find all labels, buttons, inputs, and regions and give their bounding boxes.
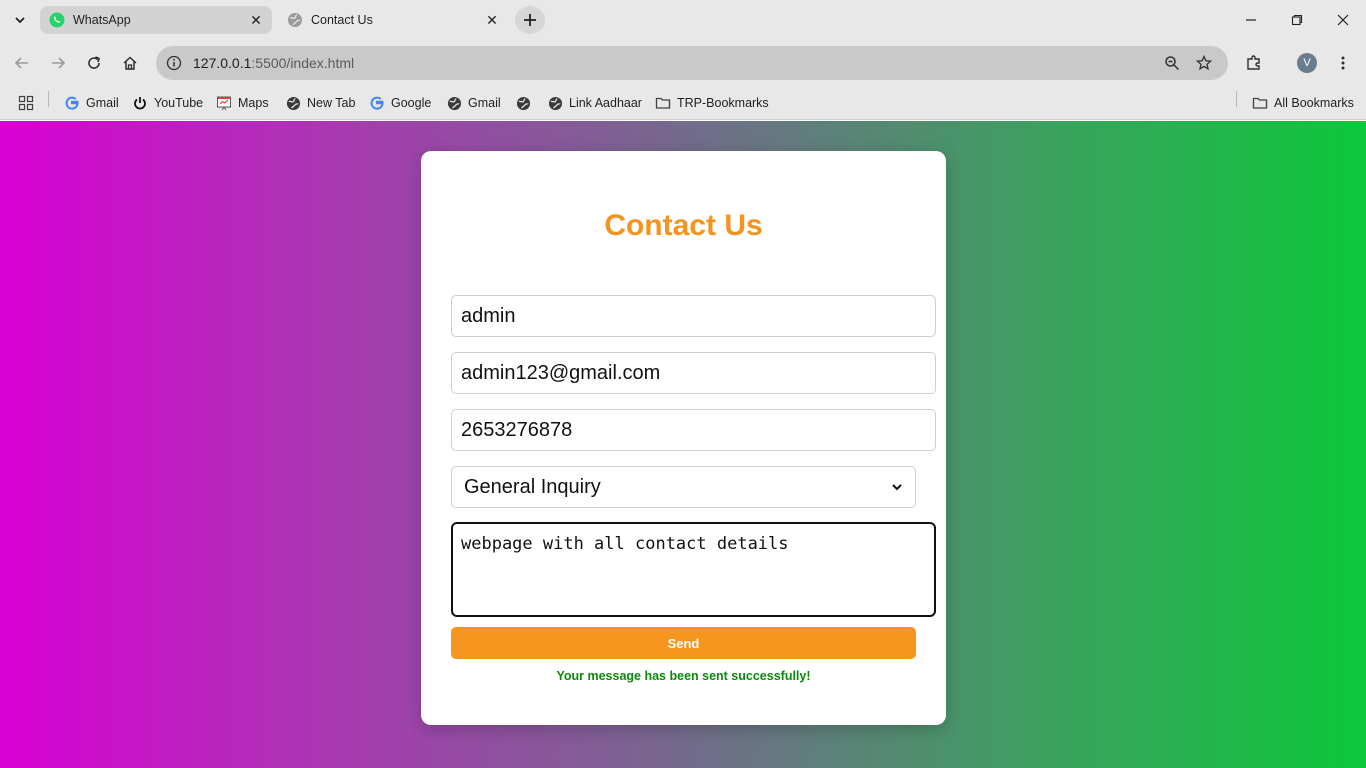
close-icon[interactable]: ✕ <box>246 10 266 30</box>
message-textarea[interactable]: webpage with all contact details <box>451 522 936 617</box>
home-icon <box>123 56 137 70</box>
forward-button[interactable] <box>42 47 74 79</box>
close-window-button[interactable] <box>1320 0 1366 40</box>
bookmark-star-button[interactable] <box>1192 51 1216 75</box>
address-bar[interactable]: 127.0.0.1:5500/index.html <box>156 46 1228 80</box>
page-background: Contact Us General Inquiry webpage with … <box>0 121 1366 768</box>
bookmark-maps[interactable]: Maps <box>216 91 269 115</box>
puzzle-icon <box>1247 55 1260 70</box>
profile-button[interactable]: V <box>1291 47 1323 79</box>
bookmark-google[interactable]: Google <box>369 91 431 115</box>
zoom-icon <box>1165 56 1180 71</box>
email-input[interactable] <box>451 352 936 394</box>
minimize-button[interactable] <box>1228 0 1274 40</box>
tab-search-button[interactable] <box>6 6 34 34</box>
globe-icon <box>446 95 462 111</box>
url-host: 127.0.0.1 <box>193 55 252 71</box>
chevron-down-icon <box>15 17 25 24</box>
bookmarks-divider <box>48 91 49 107</box>
avatar: V <box>1297 53 1317 73</box>
tab-title: WhatsApp <box>73 13 131 27</box>
bookmark-label: Gmail <box>86 96 119 110</box>
globe-icon <box>515 95 531 111</box>
close-icon[interactable]: ✕ <box>482 10 502 30</box>
restore-button[interactable] <box>1274 0 1320 40</box>
power-icon <box>132 95 148 111</box>
bookmark-gmail[interactable]: Gmail <box>64 91 119 115</box>
folder-icon <box>655 95 671 111</box>
extensions-button[interactable] <box>1238 47 1270 79</box>
url-text[interactable]: 127.0.0.1:5500/index.html <box>193 55 354 71</box>
plus-icon <box>524 14 536 26</box>
subject-selected-value: General Inquiry <box>464 475 601 498</box>
name-input[interactable] <box>451 295 936 337</box>
browser-toolbar: 127.0.0.1:5500/index.html V <box>0 40 1366 86</box>
bookmark-new-tab[interactable]: New Tab <box>285 91 355 115</box>
bookmark-link-aadhaar[interactable]: Link Aadhaar <box>547 91 642 115</box>
star-icon <box>1196 55 1212 71</box>
reload-button[interactable] <box>78 47 110 79</box>
globe-icon <box>288 13 302 27</box>
bookmark-unnamed[interactable] <box>515 91 537 115</box>
minimize-icon <box>1246 19 1256 21</box>
menu-button[interactable] <box>1327 47 1359 79</box>
send-button[interactable]: Send <box>451 627 916 659</box>
phone-input[interactable] <box>451 409 936 451</box>
tab-title: Contact Us <box>311 13 373 27</box>
contact-form-card: Contact Us General Inquiry webpage with … <box>421 151 946 725</box>
bookmark-label: Gmail <box>468 96 501 110</box>
tab-whatsapp[interactable]: WhatsApp ✕ <box>40 6 272 34</box>
apps-grid-icon <box>18 95 34 111</box>
google-icon <box>369 95 385 111</box>
info-icon <box>166 55 182 71</box>
maps-icon <box>216 95 232 111</box>
tab-strip: WhatsApp ✕ Contact Us ✕ <box>0 0 1366 40</box>
bookmark-label: TRP-Bookmarks <box>677 96 769 110</box>
bookmark-label: YouTube <box>154 96 204 110</box>
subject-select[interactable]: General Inquiry <box>451 466 916 508</box>
arrow-left-icon <box>14 57 28 69</box>
back-button[interactable] <box>6 47 38 79</box>
home-button[interactable] <box>114 47 146 79</box>
chevron-down-icon <box>892 484 902 491</box>
tab-contact-us[interactable]: Contact Us ✕ <box>278 6 508 34</box>
site-info-button[interactable] <box>162 51 186 75</box>
bookmark-gmail-2[interactable]: Gmail <box>446 91 501 115</box>
restore-icon <box>1291 14 1303 26</box>
url-path: :5500/index.html <box>251 55 355 71</box>
bookmarks-divider <box>1236 91 1237 107</box>
bookmarks-bar: Gmail YouTube Maps New Tab Google Gmail … <box>0 86 1366 120</box>
whatsapp-icon <box>49 12 65 28</box>
globe-icon <box>285 95 301 111</box>
page-title: Contact Us <box>604 209 763 242</box>
new-tab-button[interactable] <box>515 6 545 34</box>
success-message: Your message has been sent successfully! <box>556 669 811 683</box>
bookmark-label: New Tab <box>307 96 356 110</box>
zoom-button[interactable] <box>1160 51 1184 75</box>
folder-icon <box>1252 95 1268 111</box>
close-icon <box>1337 14 1349 26</box>
bookmark-youtube[interactable]: YouTube <box>132 91 203 115</box>
apps-button[interactable] <box>18 91 34 115</box>
globe-icon <box>547 95 563 111</box>
arrow-right-icon <box>52 57 66 69</box>
bookmark-label: Maps <box>238 96 269 110</box>
bookmark-label: Link Aadhaar <box>569 96 642 110</box>
reload-icon <box>88 56 100 69</box>
google-icon <box>64 95 80 111</box>
bookmark-folder-trp[interactable]: TRP-Bookmarks <box>655 91 769 115</box>
more-vertical-icon <box>1341 56 1345 70</box>
all-bookmarks-button[interactable]: All Bookmarks <box>1252 91 1354 115</box>
bookmark-label: All Bookmarks <box>1274 96 1354 110</box>
bookmark-label: Google <box>391 96 432 110</box>
